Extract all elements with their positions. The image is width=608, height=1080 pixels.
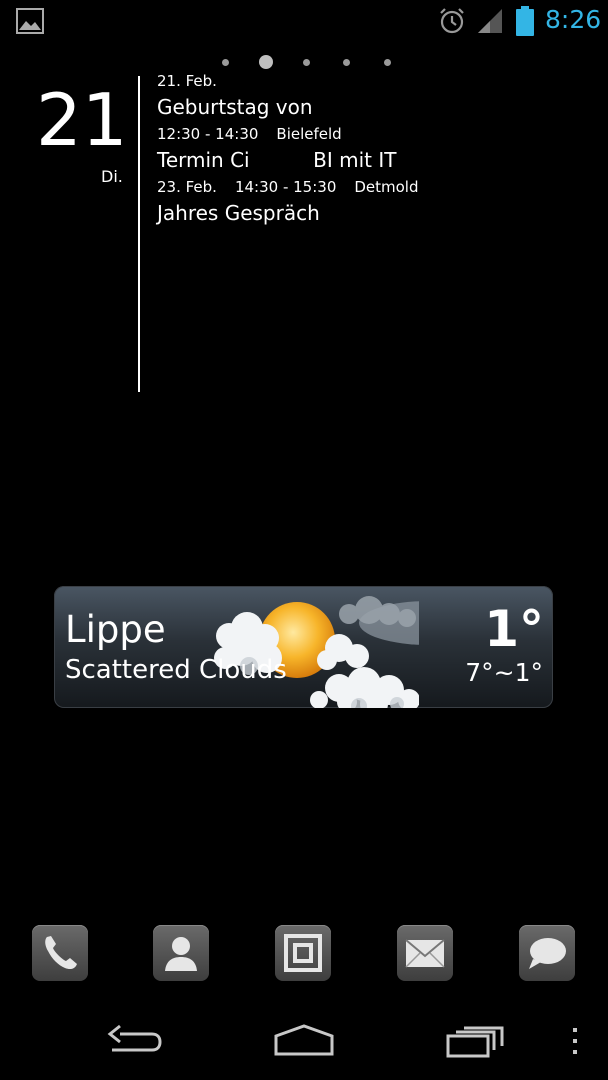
signal-icon <box>478 9 502 33</box>
event-title[interactable]: Termin Ci BI mit IT <box>157 145 597 176</box>
person-icon <box>165 937 197 971</box>
page-indicator <box>0 54 608 70</box>
event-meta: 12:30 - 14:30 Bielefeld <box>157 123 597 145</box>
home-button[interactable] <box>272 1020 336 1064</box>
alarm-icon <box>440 8 464 34</box>
calendar-day: 21 <box>36 78 128 162</box>
event-date: 21. Feb. <box>157 70 597 92</box>
envelope-icon <box>405 939 445 968</box>
chat-bubble-icon <box>529 938 566 969</box>
page-dot <box>384 59 391 66</box>
phone-button[interactable] <box>32 925 88 981</box>
overflow-menu-icon <box>573 1028 577 1054</box>
event-time: 12:30 - 14:30 <box>157 125 259 143</box>
status-time: 8:26 <box>545 5 602 34</box>
phone-icon <box>45 936 77 970</box>
weather-location: Lippe <box>65 608 166 651</box>
back-icon <box>107 1024 162 1052</box>
contacts-button[interactable] <box>153 925 209 981</box>
event-date-label: 21. Feb. <box>157 72 217 90</box>
back-button[interactable] <box>104 1020 166 1064</box>
page-dot-active <box>259 55 273 69</box>
messaging-button[interactable] <box>519 925 575 981</box>
calendar-weekday: Di. <box>101 167 123 186</box>
recents-icon <box>446 1026 504 1058</box>
recents-button[interactable] <box>444 1020 506 1064</box>
weather-temperature-range: 7°~1° <box>465 658 543 687</box>
home-icon <box>274 1024 334 1056</box>
overflow-menu-button[interactable] <box>566 1020 584 1064</box>
event-place: Bielefeld <box>276 125 342 143</box>
status-bar: 8:26 <box>0 0 608 42</box>
event-title[interactable]: Jahres Gespräch <box>157 198 597 229</box>
email-button[interactable] <box>397 925 453 981</box>
calendar-event-list: 21. Feb. Geburtstag von 12:30 - 14:30 Bie… <box>157 70 597 229</box>
weather-condition: Scattered Clouds <box>65 655 287 685</box>
page-dot <box>303 59 310 66</box>
weather-temperature: 1° <box>484 600 544 658</box>
sun-cloud-icon <box>214 596 419 708</box>
event-place: Detmold <box>354 178 419 196</box>
calendar-divider <box>138 76 140 392</box>
battery-icon <box>516 6 534 36</box>
page-dot <box>222 59 229 66</box>
event-meta: 23. Feb. 14:30 - 15:30 Detmold <box>157 176 597 198</box>
event-title[interactable]: Geburtstag von <box>157 92 597 123</box>
apps-button[interactable] <box>275 925 331 981</box>
apps-icon <box>284 934 322 972</box>
event-date-label: 23. Feb. <box>157 178 217 196</box>
event-time: 14:30 - 15:30 <box>234 178 337 196</box>
image-icon <box>16 8 44 34</box>
weather-widget[interactable]: Lippe Scattered Clouds 1° 7°~1° <box>54 586 553 708</box>
page-dot <box>343 59 350 66</box>
